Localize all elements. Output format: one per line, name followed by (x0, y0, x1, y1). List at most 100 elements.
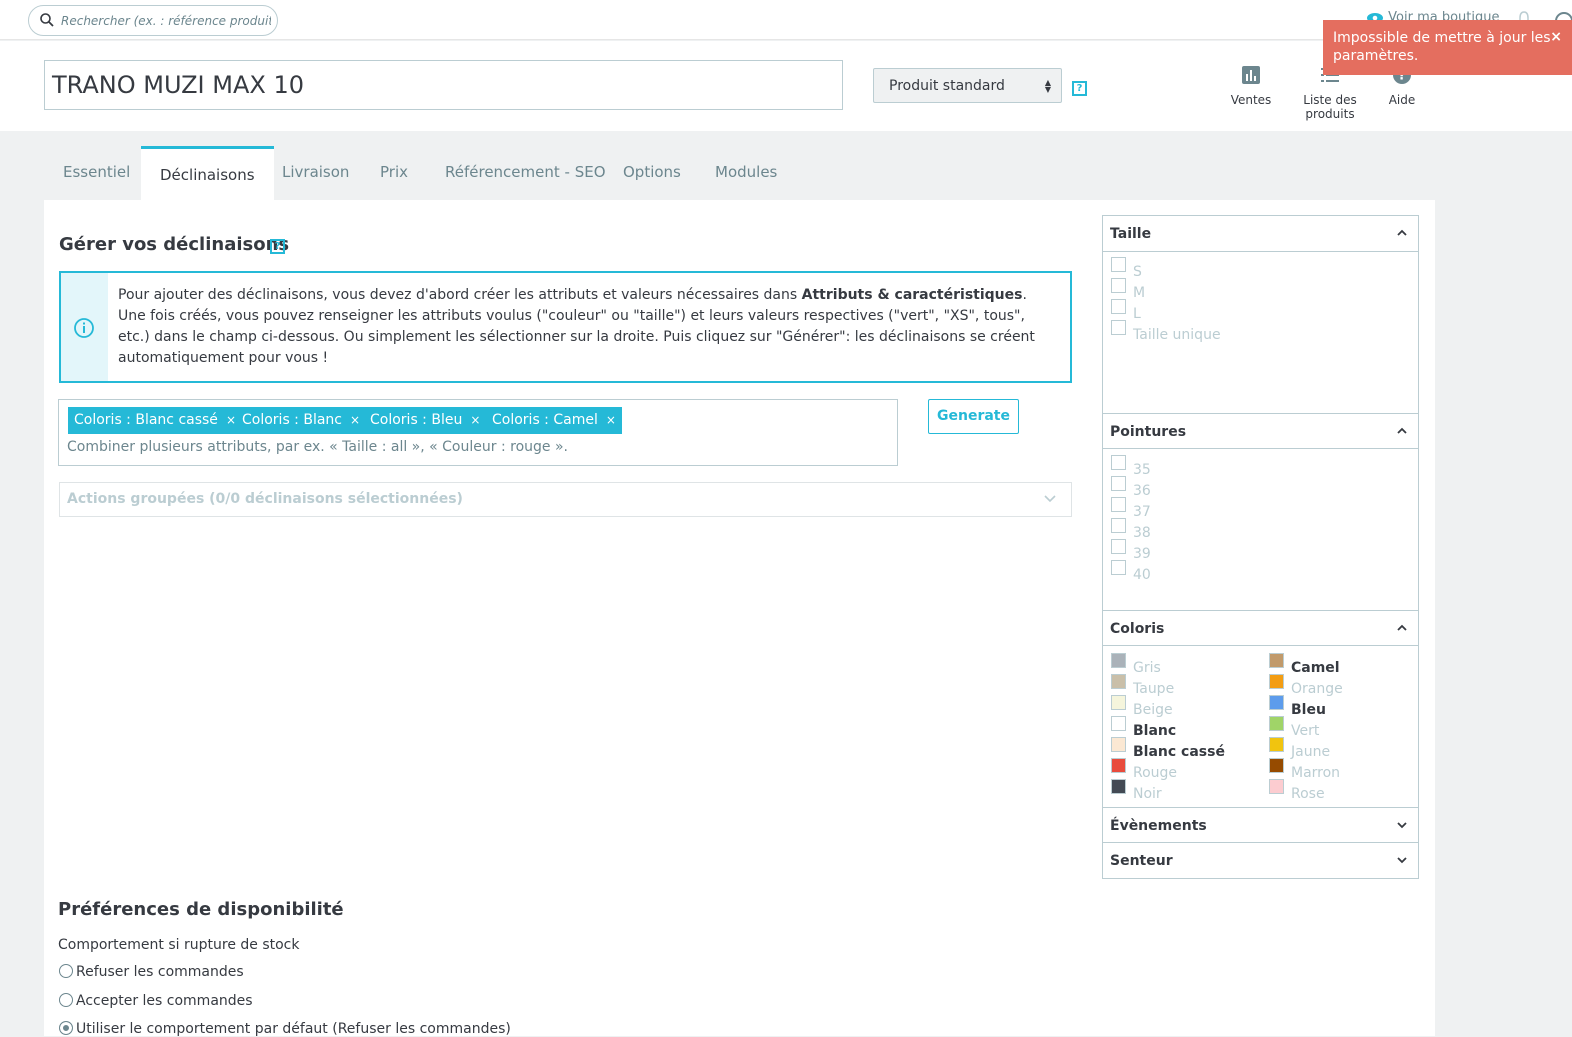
radio-button[interactable] (59, 993, 73, 1007)
color-option-jaune[interactable]: Jaune (1269, 737, 1330, 761)
option-40[interactable]: 40 (1111, 560, 1151, 584)
toast-message: Impossible de mettre à jour les paramètr… (1333, 30, 1551, 64)
checkbox[interactable] (1111, 560, 1126, 575)
info-icon (74, 318, 94, 338)
radio-default-behavior[interactable]: Utiliser le comportement par défaut (Ref… (59, 1021, 511, 1037)
product-name-input[interactable]: TRANO MUZI MAX 10 (44, 60, 843, 110)
bulk-actions-dropdown[interactable]: Actions groupées (0/0 déclinaisons sélec… (59, 482, 1072, 517)
option-taille-unique[interactable]: Taille unique (1111, 320, 1221, 344)
option-36[interactable]: 36 (1111, 476, 1151, 500)
product-type-select[interactable]: Produit standard ▲ ▼ (873, 68, 1062, 103)
color-option-rose[interactable]: Rose (1269, 779, 1325, 803)
radio-accept-orders[interactable]: Accepter les commandes (59, 993, 253, 1009)
color-option-gris[interactable]: Gris (1111, 653, 1161, 677)
option-38[interactable]: 38 (1111, 518, 1151, 542)
option-m[interactable]: M (1111, 278, 1146, 302)
search-box[interactable]: Rechercher (ex. : référence produit, nom (28, 5, 278, 36)
availability-title: Préférences de disponibilité (58, 899, 344, 920)
token-input-hint[interactable]: Combiner plusieurs attributs, par ex. « … (67, 439, 568, 455)
checkbox[interactable] (1111, 257, 1126, 272)
info-alert-side (61, 273, 108, 381)
color-option-taupe[interactable]: Taupe (1111, 674, 1174, 698)
tab-livraison[interactable]: Livraison (263, 146, 368, 200)
option-label: M (1133, 285, 1146, 301)
filter-title: Pointures (1110, 424, 1187, 440)
color-option-bleu[interactable]: Bleu (1269, 695, 1326, 719)
info-text-part2: . (1022, 287, 1027, 303)
color-label: Marron (1291, 765, 1341, 781)
tab-declinaisons[interactable]: Déclinaisons (141, 146, 274, 200)
token-remove-icon[interactable]: × (226, 413, 236, 427)
color-swatch[interactable] (1269, 695, 1284, 710)
color-option-noir[interactable]: Noir (1111, 779, 1162, 803)
filter-header-coloris[interactable]: Coloris (1103, 610, 1418, 646)
combinations-help-icon[interactable]: ? (270, 239, 285, 254)
radio-button[interactable] (59, 1021, 73, 1035)
option-s[interactable]: S (1111, 257, 1142, 281)
search-input[interactable]: Rechercher (ex. : référence produit, nom (61, 14, 271, 28)
attribute-token-field[interactable]: Coloris : Blanc cassé × Coloris : Blanc × … (58, 399, 898, 466)
color-label: Rose (1291, 786, 1325, 802)
color-swatch[interactable] (1111, 695, 1126, 710)
color-swatch[interactable] (1111, 779, 1126, 794)
radio-label: Utiliser le comportement par défaut (Ref… (76, 1021, 511, 1037)
radio-button[interactable] (59, 964, 73, 978)
tab-options[interactable]: Options (604, 146, 700, 200)
token-label: Coloris : Bleu (370, 412, 463, 428)
color-swatch[interactable] (1269, 758, 1284, 773)
checkbox[interactable] (1111, 539, 1126, 554)
tab-seo[interactable]: Référencement - SEO (426, 146, 625, 200)
color-option-camel[interactable]: Camel (1269, 653, 1340, 677)
sales-button[interactable]: Ventes (1226, 65, 1276, 107)
token-remove-icon[interactable]: × (606, 413, 616, 427)
filter-header-pointures[interactable]: Pointures (1103, 413, 1418, 449)
color-swatch[interactable] (1111, 758, 1126, 773)
attributes-link[interactable]: Attributs & caractéristiques (802, 287, 1023, 303)
color-swatch[interactable] (1111, 737, 1126, 752)
option-39[interactable]: 39 (1111, 539, 1151, 563)
color-option-vert[interactable]: Vert (1269, 716, 1319, 740)
info-text-line2: Une fois créés, vous pouvez renseigner l… (118, 308, 1035, 366)
filter-header-taille[interactable]: Taille (1103, 216, 1418, 252)
attribute-filter-panel: Taille S M L Taille unique Pointures 35 … (1102, 215, 1419, 879)
tab-modules[interactable]: Modules (696, 146, 796, 200)
generate-button[interactable]: Generate (928, 399, 1019, 434)
tab-prix[interactable]: Prix (361, 146, 427, 200)
option-l[interactable]: L (1111, 299, 1141, 323)
token-blanc: Coloris : Blanc × (236, 407, 367, 434)
help-icon[interactable]: ? (1072, 81, 1087, 96)
color-option-orange[interactable]: Orange (1269, 674, 1343, 698)
info-alert-text: Pour ajouter des déclinaisons, vous deve… (118, 285, 1053, 369)
color-option-beige[interactable]: Beige (1111, 695, 1173, 719)
token-remove-icon[interactable]: × (350, 413, 360, 427)
tab-essentiel[interactable]: Essentiel (44, 146, 149, 200)
radio-refuse-orders[interactable]: Refuser les commandes (59, 964, 244, 980)
color-swatch[interactable] (1269, 737, 1284, 752)
toast-close-icon[interactable]: × (1550, 28, 1562, 46)
filter-header-senteur[interactable]: Senteur (1103, 843, 1418, 879)
option-35[interactable]: 35 (1111, 455, 1151, 479)
checkbox[interactable] (1111, 278, 1126, 293)
checkbox[interactable] (1111, 320, 1126, 335)
color-swatch[interactable] (1269, 674, 1284, 689)
token-camel: Coloris : Camel × (486, 407, 622, 434)
checkbox[interactable] (1111, 518, 1126, 533)
color-swatch[interactable] (1111, 674, 1126, 689)
option-37[interactable]: 37 (1111, 497, 1151, 521)
checkbox[interactable] (1111, 299, 1126, 314)
checkbox[interactable] (1111, 476, 1126, 491)
color-swatch[interactable] (1269, 716, 1284, 731)
color-swatch[interactable] (1111, 716, 1126, 731)
token-blanc-casse: Coloris : Blanc cassé × (68, 407, 242, 434)
token-remove-icon[interactable]: × (470, 413, 480, 427)
checkbox[interactable] (1111, 497, 1126, 512)
color-swatch[interactable] (1269, 653, 1284, 668)
color-swatch[interactable] (1111, 653, 1126, 668)
color-option-marron[interactable]: Marron (1269, 758, 1341, 782)
color-option-rouge[interactable]: Rouge (1111, 758, 1177, 782)
color-option-blanc-casse[interactable]: Blanc cassé (1111, 737, 1225, 761)
filter-header-evenements[interactable]: Évènements (1103, 807, 1418, 843)
color-option-blanc[interactable]: Blanc (1111, 716, 1176, 740)
color-swatch[interactable] (1269, 779, 1284, 794)
checkbox[interactable] (1111, 455, 1126, 470)
